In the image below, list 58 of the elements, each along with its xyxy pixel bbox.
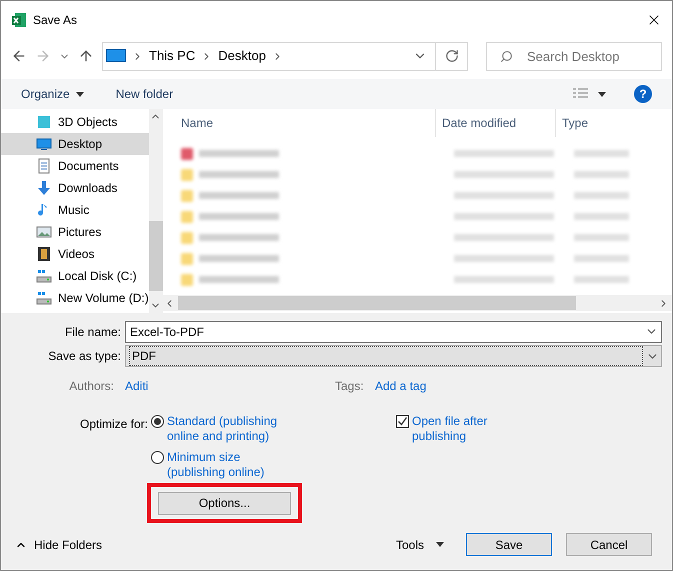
authors-link[interactable]: Aditi [125,377,335,395]
address-bar[interactable]: This PC Desktop [102,42,436,70]
sidebar-item[interactable]: Videos [1,243,149,265]
drive-icon [36,290,52,306]
field-label: Tags: [335,378,365,395]
down-arrow-icon [36,180,52,196]
drive-icon [36,268,52,284]
file-name-field[interactable]: Excel-To-PDF [125,321,662,343]
right-arrow-icon [35,48,51,64]
sidebar-item[interactable]: Pictures [1,221,149,243]
hide-folders-button[interactable]: Hide Folders [15,536,102,554]
field-label: File name: [64,324,122,341]
sidebar-item[interactable]: Desktop [1,133,149,155]
back-button[interactable] [11,48,27,64]
new-folder-button[interactable]: New folder [116,85,174,103]
sidebar-item[interactable]: Music [1,199,149,221]
column-header[interactable]: Type [556,114,588,132]
radio-option[interactable]: Standard (publishing online and printing) [151,414,396,444]
sidebar-item[interactable]: Local Disk (C:) [1,265,149,287]
radio-option[interactable]: Minimum size (publishing online) [151,450,396,480]
search-field[interactable]: Search Desktop [486,42,662,70]
open-file-checkbox[interactable]: Open file after publishing [396,414,502,480]
horizontal-scrollbar[interactable] [161,295,672,311]
field-label: Optimize for: [78,416,149,433]
save-button[interactable]: Save [466,533,552,556]
monitor-icon [36,136,52,152]
sidebar-item[interactable]: Documents [1,155,149,177]
up-button[interactable] [78,48,94,64]
field-label: Authors: [68,378,115,395]
checkmark-icon [397,416,408,427]
search-icon [500,50,513,62]
breadcrumb-link[interactable]: This PC [149,46,196,66]
picture-icon [36,224,52,240]
add-tag-link[interactable]: Add a tag [375,377,426,395]
refresh-icon [444,49,458,63]
monitor-icon [106,49,126,63]
cancel-button[interactable]: Cancel [566,533,652,556]
help-button[interactable]: ? [634,85,652,103]
caret-icon [436,542,444,547]
column-header[interactable]: Date modified [436,109,556,137]
vertical-scrollbar[interactable] [148,109,163,313]
sidebar-item[interactable]: 3D Objects [1,111,149,133]
document-icon [36,158,52,174]
organize-button[interactable]: Organize [21,85,84,103]
tools-button[interactable]: Tools [396,536,444,554]
options-button[interactable]: Options... [158,492,291,514]
file-type-dropdown[interactable]: PDF [125,345,662,367]
breadcrumb-link[interactable]: Desktop [218,46,266,66]
film-icon [36,246,52,262]
refresh-button[interactable] [435,42,468,70]
field-label: Save as type: [47,348,122,365]
sidebar-item[interactable]: New Volume (D:) [1,287,149,309]
window-title: Save As [33,12,78,29]
sidebar-item[interactable]: Downloads [1,177,149,199]
caret-icon [598,92,606,96]
spreadsheet-app-icon [11,12,27,28]
caret-icon [76,92,84,96]
column-header[interactable]: Name [161,109,436,137]
